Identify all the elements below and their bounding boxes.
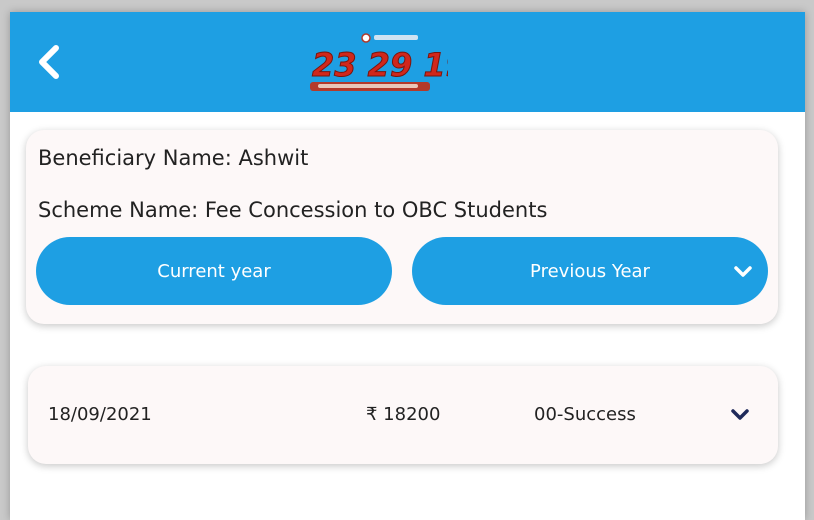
chevron-left-icon xyxy=(39,45,59,79)
svg-text:23 29 19: 23 29 19 xyxy=(312,46,448,84)
transaction-row[interactable]: 18/09/2021 ₹ 18200 00-Success xyxy=(28,366,778,464)
chevron-down-icon xyxy=(734,266,752,277)
app-header: 23 29 19 xyxy=(10,12,805,112)
previous-year-dropdown[interactable]: Previous Year xyxy=(412,237,768,305)
beneficiary-name: Beneficiary Name: Ashwit xyxy=(38,146,309,170)
logo-emblem: 23 29 19 xyxy=(310,33,468,91)
scheme-name: Scheme Name: Fee Concession to OBC Stude… xyxy=(38,198,548,222)
app-screen: 23 29 19 Beneficiary Name: Ashwit Scheme… xyxy=(10,12,805,520)
transaction-status: 00-Success xyxy=(534,404,636,425)
previous-year-label: Previous Year xyxy=(530,260,650,282)
expand-chevron-down-icon[interactable] xyxy=(728,402,752,426)
current-year-button[interactable]: Current year xyxy=(36,237,392,305)
current-year-label: Current year xyxy=(157,260,271,282)
transaction-date: 18/09/2021 xyxy=(48,404,152,425)
app-logo: 23 29 19 xyxy=(298,30,468,96)
beneficiary-card: Beneficiary Name: Ashwit Scheme Name: Fe… xyxy=(26,130,778,324)
back-button[interactable] xyxy=(32,42,66,82)
transaction-amount: ₹ 18200 xyxy=(366,404,441,425)
